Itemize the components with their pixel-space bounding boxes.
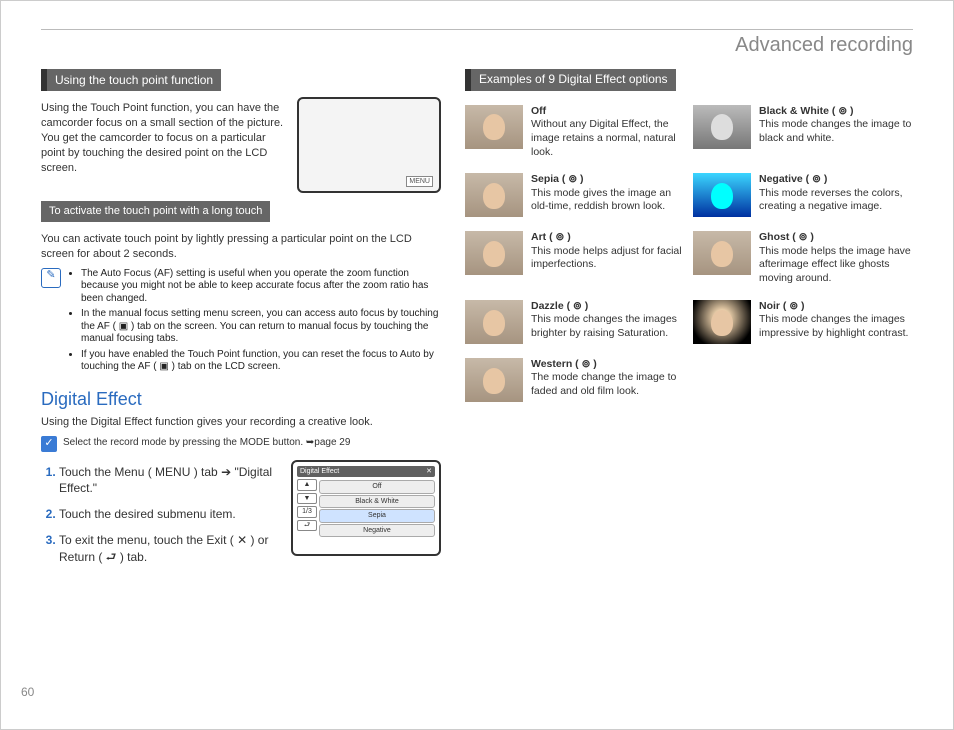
effect-title: Dazzle ( ⊚ ) xyxy=(531,300,685,314)
note-item: In the manual focus setting menu screen,… xyxy=(81,308,441,346)
menu-item-selected[interactable]: Sepia xyxy=(319,509,435,522)
effect-desc: The mode change the image to faded and o… xyxy=(531,371,685,398)
menu-item[interactable]: Black & White xyxy=(319,495,435,508)
effect-cell: Western ( ⊚ )The mode change the image t… xyxy=(531,358,685,402)
effect-thumb xyxy=(465,231,523,275)
manual-page: 60 Advanced recording Using the touch po… xyxy=(0,0,954,730)
effect-cell: Ghost ( ⊚ )This mode helps the image hav… xyxy=(759,231,913,286)
effect-cell: Dazzle ( ⊚ )This mode changes the images… xyxy=(531,300,685,344)
effect-title: Black & White ( ⊚ ) xyxy=(759,105,913,119)
menu-item[interactable]: Off xyxy=(319,480,435,493)
menu-button[interactable]: MENU xyxy=(406,176,433,187)
effect-cell: Sepia ( ⊚ )This mode gives the image an … xyxy=(531,173,685,217)
effect-title: Art ( ⊚ ) xyxy=(531,231,685,245)
effect-thumb xyxy=(465,358,523,402)
effect-cell: OffWithout any Digital Effect, the image… xyxy=(531,105,685,160)
effect-cell: Art ( ⊚ )This mode helps adjust for faci… xyxy=(531,231,685,286)
effect-cell: Noir ( ⊚ )This mode changes the images i… xyxy=(759,300,913,344)
notes-block: ✎ The Auto Focus (AF) setting is useful … xyxy=(41,268,441,377)
return-icon[interactable]: ⮐ xyxy=(297,520,317,531)
effect-thumb xyxy=(693,105,751,149)
effect-title: Ghost ( ⊚ ) xyxy=(759,231,913,245)
effect-thumb xyxy=(693,300,751,344)
down-icon[interactable]: ▼ xyxy=(297,493,317,504)
effect-desc: This mode helps adjust for facial imperf… xyxy=(531,245,685,272)
mode-note: ✓ Select the record mode by pressing the… xyxy=(41,436,441,452)
effect-desc: This mode changes the images impressive … xyxy=(759,313,913,340)
effect-desc: This mode gives the image an old-time, r… xyxy=(531,187,685,214)
heading-touch-point: Using the touch point function xyxy=(41,69,221,91)
effect-desc: This mode reverses the colors, creating … xyxy=(759,187,913,214)
heading-activate-long-touch: To activate the touch point with a long … xyxy=(41,201,270,222)
effect-desc: Without any Digital Effect, the image re… xyxy=(531,118,685,159)
check-icon: ✓ xyxy=(41,436,57,452)
note-item: If you have enabled the Touch Point func… xyxy=(81,349,441,374)
mode-note-text: Select the record mode by pressing the M… xyxy=(63,436,350,452)
effect-title: Western ( ⊚ ) xyxy=(531,358,685,372)
menu-title: Digital Effect xyxy=(300,467,339,476)
effects-grid: OffWithout any Digital Effect, the image… xyxy=(465,105,913,402)
effect-desc: This mode helps the image have afterimag… xyxy=(759,245,913,286)
effect-title: Off xyxy=(531,105,685,119)
effect-thumb xyxy=(693,231,751,275)
note-icon: ✎ xyxy=(41,268,61,288)
effect-cell: Black & White ( ⊚ )This mode changes the… xyxy=(759,105,913,160)
up-icon[interactable]: ▲ xyxy=(297,479,317,490)
note-item: The Auto Focus (AF) setting is useful wh… xyxy=(81,268,441,306)
menu-screenshot: Digital Effect ✕ ▲ ▼ 1/3 ⮐ Off Black & W… xyxy=(291,460,441,556)
heading-digital-effect: Digital Effect xyxy=(41,387,441,411)
effect-cell: Negative ( ⊚ )This mode reverses the col… xyxy=(759,173,913,217)
heading-examples: Examples of 9 Digital Effect options xyxy=(465,69,676,91)
touch-point-row: MENU Using the Touch Point function, you… xyxy=(41,97,441,197)
page-number: 60 xyxy=(21,685,34,699)
menu-item[interactable]: Negative xyxy=(319,524,435,537)
page-title: Advanced recording xyxy=(41,29,913,57)
left-column: Using the touch point function MENU Usin… xyxy=(41,65,441,575)
digital-effect-desc: Using the Digital Effect function gives … xyxy=(41,415,441,430)
effect-desc: This mode changes the image to black and… xyxy=(759,118,913,145)
content-columns: Using the touch point function MENU Usin… xyxy=(41,65,913,575)
effect-thumb xyxy=(465,105,523,149)
steps-row: Digital Effect ✕ ▲ ▼ 1/3 ⮐ Off Black & W… xyxy=(41,460,441,575)
effect-thumb xyxy=(465,173,523,217)
right-column: Examples of 9 Digital Effect options Off… xyxy=(465,65,913,575)
effect-title: Noir ( ⊚ ) xyxy=(759,300,913,314)
effect-desc: This mode changes the images brighter by… xyxy=(531,313,685,340)
effect-title: Negative ( ⊚ ) xyxy=(759,173,913,187)
notes-list: The Auto Focus (AF) setting is useful wh… xyxy=(81,268,441,377)
effect-thumb xyxy=(465,300,523,344)
close-icon[interactable]: ✕ xyxy=(426,467,432,476)
effect-title: Sepia ( ⊚ ) xyxy=(531,173,685,187)
lcd-screenshot: MENU xyxy=(297,97,441,193)
long-touch-desc: You can activate touch point by lightly … xyxy=(41,232,441,262)
effect-thumb xyxy=(693,173,751,217)
page-indicator: 1/3 xyxy=(297,506,317,517)
